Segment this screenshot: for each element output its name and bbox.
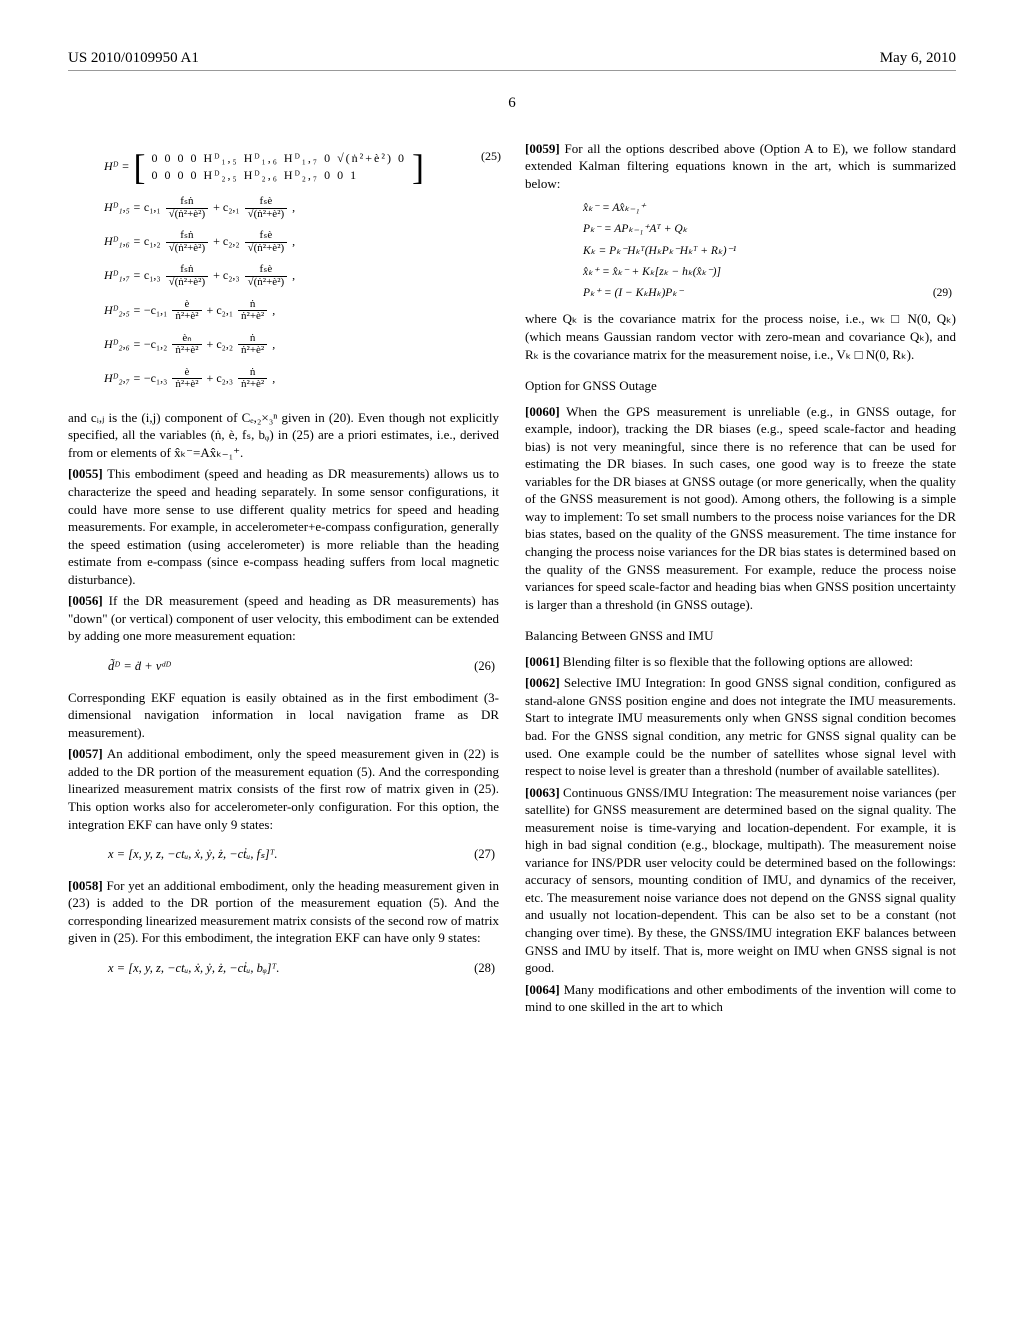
para-0063: [0063] Continuous GNSS/IMU Integration: …	[525, 784, 956, 977]
para-num-0058: [0058]	[68, 878, 103, 893]
eq-h17: Hᴰ₁,₇ = c₁,₃ fₛṅ√(ṅ²+è²) + c₂,₃ fₛè√(ṅ²+…	[104, 264, 499, 288]
para-0062: [0062] Selective IMU Integration: In goo…	[525, 674, 956, 779]
page-number: 6	[68, 93, 956, 113]
para-num-0057: [0057]	[68, 746, 103, 761]
bracket-right-icon: ]	[412, 149, 424, 185]
para-num-0056: [0056]	[68, 593, 103, 608]
para-num-0063: [0063]	[525, 785, 560, 800]
eq-29-line-5: Pₖ⁺ = (I − KₖHₖ)Pₖ⁻	[583, 287, 683, 299]
eq-29-block: x̂ₖ⁻ = Ax̂ₖ₋₁⁺ Pₖ⁻ = APₖ₋₁⁺Aᵀ + Qₖ Kₖ = …	[583, 198, 956, 304]
publication-date: May 6, 2010	[880, 48, 956, 68]
para-0060: [0060] When the GPS measurement is unrel…	[525, 403, 956, 614]
para-0055-text: This embodiment (speed and heading as DR…	[68, 466, 499, 586]
matrix-inner: 0 0 0 0 Hᴰ₁,₅ Hᴰ₁,₆ Hᴰ₁,₇ 0 √(ṅ²+è²) 0 0…	[146, 148, 412, 187]
eq-29-line-2: Pₖ⁻ = APₖ₋₁⁺Aᵀ + Qₖ	[583, 219, 956, 240]
para-0057-text: An additional embodiment, only the speed…	[68, 746, 499, 831]
eq-25-matrix: Hᴰ = [ 0 0 0 0 Hᴰ₁,₅ Hᴰ₁,₆ Hᴰ₁,₇ 0 √(ṅ²+…	[104, 148, 499, 391]
eq-27: x = [x, y, z, −ctᵤ, ẋ, ẏ, ż, −cṫᵤ, fₛ]ᵀ.…	[108, 843, 499, 867]
heading-gnss-outage: Option for GNSS Outage	[525, 377, 956, 395]
eq-h15: Hᴰ₁,₅ = c₁,₁ fₛṅ√(ṅ²+è²) + c₂,₁ fₛè√(ṅ²+…	[104, 196, 499, 220]
right-column: [0059] For all the options described abo…	[525, 140, 956, 1020]
post-eq29-text: where Qₖ is the covariance matrix for th…	[525, 310, 956, 363]
page-header: US 2010/0109950 A1 May 6, 2010	[68, 48, 956, 71]
para-num-0059: [0059]	[525, 141, 560, 156]
para-0064: [0064] Many modifications and other embo…	[525, 981, 956, 1016]
para-num-0064: [0064]	[525, 982, 560, 997]
matrix-lhs: Hᴰ =	[104, 158, 130, 175]
para-num-0061: [0061]	[525, 654, 560, 669]
para-0061: [0061] Blending filter is so flexible th…	[525, 653, 956, 671]
eq-number-27: (27)	[474, 843, 495, 867]
eq-h26: Hᴰ₂,₆ = −c₁,₂ èₙṅ²+è² + c₂,₂ ṅṅ²+è² ,	[104, 333, 499, 357]
eq-28-body: x = [x, y, z, −ctᵤ, ẋ, ẏ, ż, −cṫᵤ, bᵩ]ᵀ.	[108, 961, 279, 975]
two-column-layout: Hᴰ = [ 0 0 0 0 Hᴰ₁,₅ Hᴰ₁,₆ Hᴰ₁,₇ 0 √(ṅ²+…	[68, 140, 956, 1020]
eq-number-28: (28)	[474, 957, 495, 981]
para-0061-text: Blending filter is so flexible that the …	[560, 654, 913, 669]
eq-h25: Hᴰ₂,₅ = −c₁,₁ èṅ²+è² + c₂,₁ ṅṅ²+è² ,	[104, 299, 499, 323]
matrix-row-1: 0 0 0 0 Hᴰ₁,₅ Hᴰ₁,₆ Hᴰ₁,₇ 0 √(ṅ²+è²) 0	[152, 150, 406, 167]
eq-29-line-3: Kₖ = Pₖ⁻Hₖᵀ(HₖPₖ⁻Hₖᵀ + Rₖ)⁻¹	[583, 241, 956, 262]
heading-balancing: Balancing Between GNSS and IMU	[525, 627, 956, 645]
pre-0055-text: and cᵢ,ⱼ is the (i,j) component of Cₑ,₂×…	[68, 409, 499, 462]
para-0059-text: For all the options described above (Opt…	[525, 141, 956, 191]
para-num-0055: [0055]	[68, 466, 103, 481]
publication-number: US 2010/0109950 A1	[68, 48, 199, 68]
eq-26: d̃ᴰ = ḋ + vᵈᴰ (26)	[108, 655, 499, 679]
para-0058-text: For yet an additional embodiment, only t…	[68, 878, 499, 946]
para-0055: [0055] This embodiment (speed and headin…	[68, 465, 499, 588]
eq-number-25: (25)	[481, 148, 501, 165]
eq-number-26: (26)	[474, 655, 495, 679]
para-0056: [0056] If the DR measurement (speed and …	[68, 592, 499, 645]
para-0057: [0057] An additional embodiment, only th…	[68, 745, 499, 833]
eq-h16: Hᴰ₁,₆ = c₁,₂ fₛṅ√(ṅ²+è²) + c₂,₂ fₛè√(ṅ²+…	[104, 230, 499, 254]
para-num-0060: [0060]	[525, 404, 560, 419]
para-0062-text: Selective IMU Integration: In good GNSS …	[525, 675, 956, 778]
eq-27-body: x = [x, y, z, −ctᵤ, ẋ, ẏ, ż, −cṫᵤ, fₛ]ᵀ.	[108, 847, 278, 861]
bracket-left-icon: [	[134, 149, 146, 185]
eq-29-line-1: x̂ₖ⁻ = Ax̂ₖ₋₁⁺	[583, 198, 956, 219]
eq-h27: Hᴰ₂,₇ = −c₁,₃ èṅ²+è² + c₂,₃ ṅṅ²+è² ,	[104, 367, 499, 391]
para-0064-text: Many modifications and other embodiments…	[525, 982, 956, 1015]
eq-26-body: d̃ᴰ = ḋ + vᵈᴰ	[108, 659, 171, 673]
para-0056-text: If the DR measurement (speed and heading…	[68, 593, 499, 643]
para-0059: [0059] For all the options described abo…	[525, 140, 956, 193]
eq-28: x = [x, y, z, −ctᵤ, ẋ, ẏ, ż, −cṫᵤ, bᵩ]ᵀ.…	[108, 957, 499, 981]
post-eq26-text: Corresponding EKF equation is easily obt…	[68, 689, 499, 742]
para-0063-text: Continuous GNSS/IMU Integration: The mea…	[525, 785, 956, 975]
eq-29-line-4: x̂ₖ⁺ = x̂ₖ⁻ + Kₖ[zₖ − hₖ(x̂ₖ⁻)]	[583, 262, 956, 283]
para-0060-text: When the GPS measurement is unreliable (…	[525, 404, 956, 612]
para-0058: [0058] For yet an additional embodiment,…	[68, 877, 499, 947]
eq-number-29: (29)	[933, 283, 952, 304]
left-column: Hᴰ = [ 0 0 0 0 Hᴰ₁,₅ Hᴰ₁,₆ Hᴰ₁,₇ 0 √(ṅ²+…	[68, 140, 499, 1020]
matrix-row-2: 0 0 0 0 Hᴰ₂,₅ Hᴰ₂,₆ Hᴰ₂,₇ 0 0 1	[152, 167, 406, 184]
para-num-0062: [0062]	[525, 675, 560, 690]
